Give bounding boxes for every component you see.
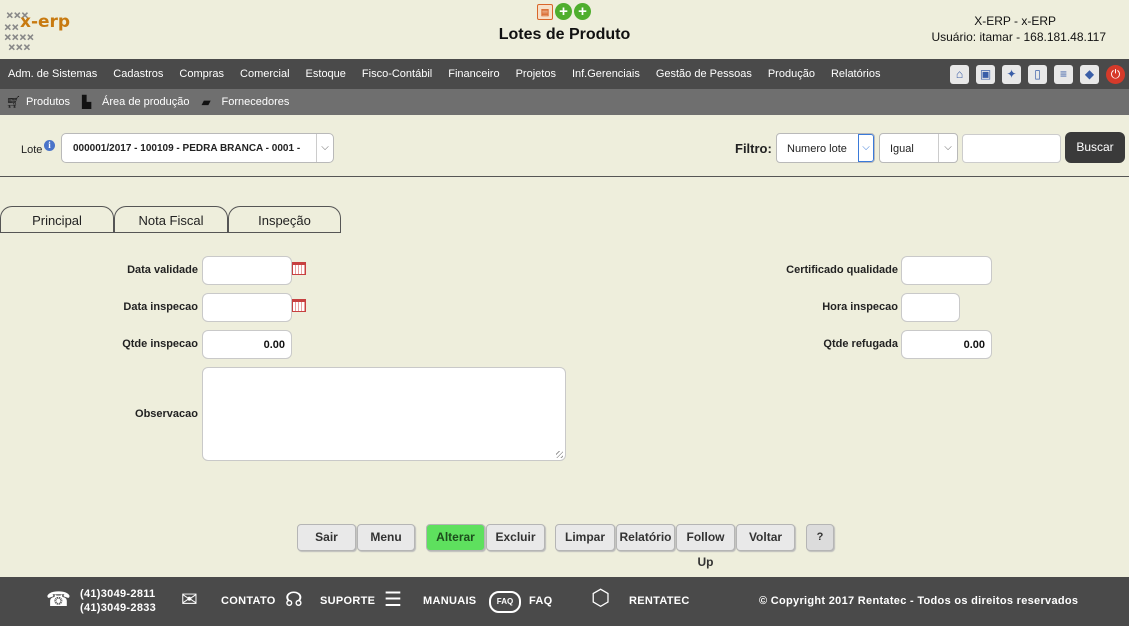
filter-field-select[interactable]: Numero lote ⌵ <box>776 133 875 163</box>
certificado-qualidade-input[interactable] <box>901 256 992 285</box>
contato-link[interactable]: CONTATO <box>221 595 276 607</box>
qtde-refugada-label: Qtde refugada <box>823 338 898 350</box>
headset-icon[interactable]: ☊ <box>285 590 303 610</box>
menu-button[interactable]: Menu <box>357 524 415 551</box>
document-icon[interactable]: ▯ <box>1028 65 1047 84</box>
menu-compras[interactable]: Compras <box>179 59 224 89</box>
sair-button[interactable]: Sair <box>297 524 356 551</box>
voltar-button[interactable]: Voltar <box>736 524 795 551</box>
chevron-down-icon: ⌵ <box>316 134 333 162</box>
alterar-button[interactable]: Alterar <box>426 524 485 551</box>
rentatec-logo-icon[interactable]: ⬡ <box>591 587 610 609</box>
filter-field-value: Numero lote <box>787 143 847 155</box>
menu-projetos[interactable]: Projetos <box>516 59 556 89</box>
svg-text:×××: ××× <box>8 43 31 52</box>
main-menu-bar: Adm. de Sistemas Cadastros Compras Comer… <box>0 59 1129 89</box>
menu-inf-gerenciais[interactable]: Inf.Gerenciais <box>572 59 640 89</box>
sub-menu-bar: 🛒︎ Produtos ▙ Área de produção ▰ Fornece… <box>0 89 1129 115</box>
tab-principal[interactable]: Principal <box>0 206 114 233</box>
chevron-down-icon: ⌵ <box>858 134 874 162</box>
menu-adm-sistemas[interactable]: Adm. de Sistemas <box>8 59 97 89</box>
menu-gestao-pessoas[interactable]: Gestão de Pessoas <box>656 59 752 89</box>
app-header: ××× ×× ×××× ××× x-erp ▤ + + Lotes de Pro… <box>0 0 1129 59</box>
relatorio-button[interactable]: Relatório <box>616 524 675 551</box>
chevron-down-icon: ⌵ <box>938 134 957 162</box>
home-icon[interactable]: ⌂ <box>950 65 969 84</box>
header-actions: ▤ + + <box>537 3 591 20</box>
filter-value-input[interactable] <box>962 134 1061 163</box>
power-icon[interactable]: ⏻ <box>1106 65 1125 84</box>
add-new-icon[interactable]: + <box>574 3 591 20</box>
submenu-area-producao-label: Área de produção <box>102 96 190 108</box>
hora-inspecao-input[interactable] <box>901 293 960 322</box>
truck-icon: ▰ <box>201 95 211 109</box>
limpar-button[interactable]: Limpar <box>555 524 615 551</box>
menu-producao[interactable]: Produção <box>768 59 815 89</box>
tab-nota-fiscal[interactable]: Nota Fiscal <box>114 206 228 233</box>
system-name: X-ERP - x-ERP <box>974 14 1056 28</box>
notes-icon[interactable]: ≡ <box>1054 65 1073 84</box>
cart-icon: 🛒︎ <box>6 95 22 109</box>
menu-cadastros[interactable]: Cadastros <box>113 59 163 89</box>
submenu-area-producao[interactable]: ▙ Área de produção <box>82 89 189 115</box>
lote-select[interactable]: 000001/2017 - 100109 - PEDRA BRANCA - 00… <box>61 133 334 163</box>
search-button[interactable]: Buscar <box>1065 132 1125 163</box>
chat-icon[interactable]: ◆ <box>1080 65 1099 84</box>
calendar-icon[interactable] <box>292 299 306 312</box>
filter-operator-value: Igual <box>890 143 914 155</box>
faq-link[interactable]: FAQ <box>529 595 553 607</box>
add-icon[interactable]: + <box>555 3 572 20</box>
user-info: Usuário: itamar - 168.181.48.117 <box>931 30 1106 44</box>
rentatec-link[interactable]: RENTATEC <box>629 595 690 607</box>
phone-2: (41)3049-2833 <box>80 602 157 614</box>
books-icon[interactable]: ☰ <box>384 590 402 610</box>
phone-icon: ☎ <box>46 589 71 611</box>
observacao-label: Observacao <box>135 408 198 420</box>
manuais-link[interactable]: MANUAIS <box>423 595 476 607</box>
hora-inspecao-label: Hora inspecao <box>822 301 898 313</box>
qtde-inspecao-input[interactable] <box>202 330 292 359</box>
calendar-icon[interactable] <box>292 262 306 275</box>
faq-icon[interactable]: FAQ <box>489 591 521 613</box>
menu-comercial[interactable]: Comercial <box>240 59 290 89</box>
suporte-link[interactable]: SUPORTE <box>320 595 375 607</box>
submenu-produtos[interactable]: 🛒︎ Produtos <box>6 89 70 115</box>
data-validade-label: Data validade <box>127 264 198 276</box>
resize-grip-icon[interactable] <box>556 451 563 458</box>
lote-label: Lote <box>21 144 43 156</box>
pdf-icon[interactable]: ▤ <box>537 4 553 20</box>
submenu-fornecedores[interactable]: ▰ Fornecedores <box>201 89 289 115</box>
help-button[interactable]: ? <box>806 524 834 551</box>
submenu-fornecedores-label: Fornecedores <box>221 96 290 108</box>
menu-relatorios[interactable]: Relatórios <box>831 59 881 89</box>
menu-estoque[interactable]: Estoque <box>306 59 346 89</box>
qtde-refugada-input[interactable] <box>901 330 992 359</box>
menu-financeiro[interactable]: Financeiro <box>448 59 499 89</box>
copyright-text: © Copyright 2017 Rentatec - Todos os dir… <box>759 595 1079 607</box>
divider <box>0 176 1129 177</box>
factory-icon: ▙ <box>82 95 92 109</box>
mail-icon[interactable]: ✉ <box>181 590 198 610</box>
follow-up-button[interactable]: Follow Up <box>676 524 735 569</box>
certificate-icon[interactable]: ✦ <box>1002 65 1021 84</box>
data-validade-input[interactable] <box>202 256 292 285</box>
filter-operator-select[interactable]: Igual ⌵ <box>879 133 958 163</box>
observacao-textarea[interactable] <box>202 367 566 461</box>
submenu-produtos-label: Produtos <box>26 96 71 108</box>
tab-inspecao[interactable]: Inspeção <box>228 206 341 233</box>
data-inspecao-label: Data inspecao <box>123 301 198 313</box>
certificado-qualidade-label: Certificado qualidade <box>786 264 898 276</box>
tab-underline <box>0 232 341 233</box>
info-icon[interactable]: i <box>44 140 55 151</box>
filter-label: Filtro: <box>735 141 772 156</box>
excluir-button[interactable]: Excluir <box>486 524 545 551</box>
phone-1: (41)3049-2811 <box>80 588 156 600</box>
data-inspecao-input[interactable] <box>202 293 292 322</box>
menu-fisco-contabil[interactable]: Fisco-Contábil <box>362 59 432 89</box>
save-icon[interactable]: ▣ <box>976 65 995 84</box>
lote-selected-value: 000001/2017 - 100109 - PEDRA BRANCA - 00… <box>73 143 301 154</box>
footer: ☎ (41)3049-2811 (41)3049-2833 ✉ CONTATO … <box>0 577 1129 626</box>
qtde-inspecao-label: Qtde inspecao <box>122 338 198 350</box>
